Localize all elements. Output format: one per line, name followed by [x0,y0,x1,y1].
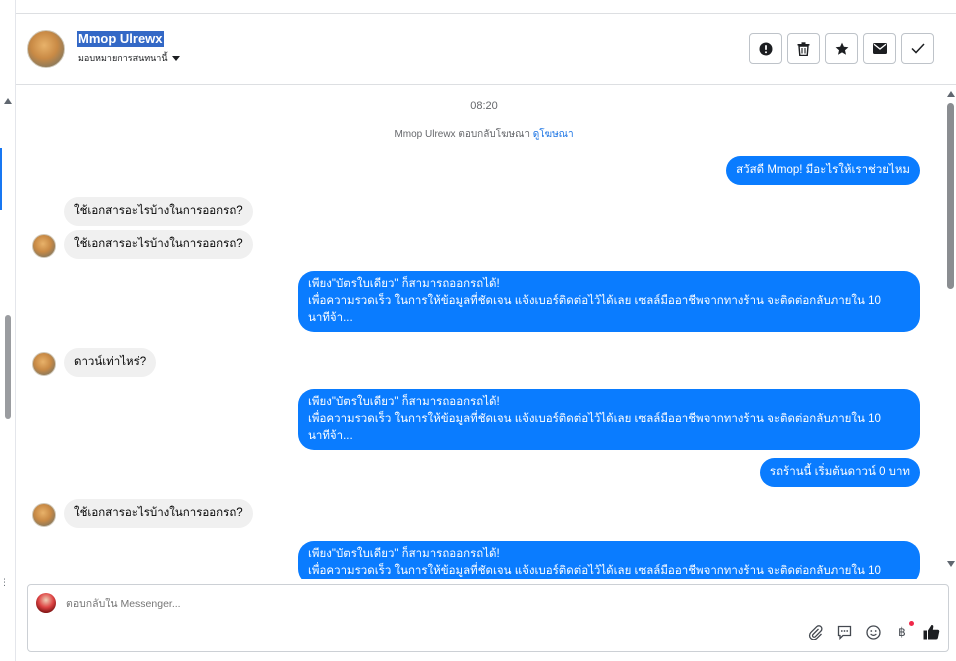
active-indicator [0,148,2,210]
outgoing-message: สวัสดี Mmop! มีอะไรให้เราช่วยไหม [726,156,920,185]
assign-conversation-dropdown[interactable]: มอบหมายการสนทนานี้ [78,51,180,65]
scroll-up-arrow-icon[interactable] [947,91,955,97]
reply-composer: ฿ [27,584,949,652]
scroll-up-arrow-icon[interactable] [4,98,12,104]
report-spam-button[interactable] [749,33,782,64]
check-icon [910,43,925,54]
page-avatar [36,593,56,613]
saved-reply-button[interactable] [835,623,853,641]
incoming-message: ใช้เอกสารอะไรบ้างในการออกรถ? [64,499,253,528]
payment-button[interactable]: ฿ [893,621,914,641]
emoji-icon [865,624,881,640]
left-scroll-thumb[interactable] [5,315,11,419]
envelope-icon [872,43,887,54]
contact-avatar[interactable] [27,30,65,68]
star-icon [835,42,848,55]
view-ad-link[interactable]: ดูโฆษณา [533,129,574,140]
contact-avatar-small [32,503,56,527]
like-button[interactable] [922,623,940,641]
emoji-button[interactable] [864,623,882,641]
outgoing-message: รถร้านนี้ เริ่มต้นดาวน์ 0 บาท [759,458,920,487]
assign-label: มอบหมายการสนทนานี้ [78,54,168,64]
outgoing-message: เพียง"บัตรใบเดียว" ก็สามารถออกรถได้! เพื… [298,271,920,332]
like-icon [923,624,939,640]
star-button[interactable] [825,33,858,64]
trash-icon [797,41,810,56]
message-thread[interactable]: 08:20 Mmop Ulrewx ตอบกลับโฆษณา ดูโฆษณา ส… [16,85,946,579]
outgoing-message: เพียง"บัตรใบเดียว" ก็สามารถออกรถได้! เพื… [298,541,920,579]
delete-button[interactable] [787,33,820,64]
incoming-message: ใช้เอกสารอะไรบ้างในการออกรถ? [64,197,253,226]
mark-done-button[interactable] [901,33,934,64]
exclamation-circle-icon [759,42,772,55]
notification-dot [909,621,914,626]
header-actions [749,33,934,64]
scroll-down-arrow-icon[interactable] [947,561,955,567]
incoming-message: ดาวน์เท่าไหร่? [64,348,157,377]
outgoing-message: เพียง"บัตรใบเดียว" ก็สามารถออกรถได้! เพื… [298,389,920,450]
chat-scrollbar[interactable] [944,85,956,579]
contact-name[interactable]: Mmop Ulrewx [77,31,164,47]
payment-icon: ฿ [898,625,906,639]
inbox-conversation-view: ⋮ Mmop Ulrewx มอบหมายการสนทนานี้ 08:20 M… [0,0,956,661]
reply-input[interactable] [66,598,766,610]
saved-reply-icon [837,625,851,640]
attachment-icon [808,624,823,640]
ad-reply-notice: Mmop Ulrewx ตอบกลับโฆษณา ดูโฆษณา [16,127,946,142]
left-panel-scrollbar[interactable]: ⋮ [0,0,16,661]
conversation-header: Mmop Ulrewx มอบหมายการสนทนานี้ [16,14,956,85]
contact-avatar-small [32,234,56,258]
contact-avatar-small [32,352,56,376]
incoming-message: ใช้เอกสารอะไรบ้างในการออกรถ? [64,230,253,259]
mark-unread-button[interactable] [863,33,896,64]
message-timestamp: 08:20 [470,100,498,112]
attachment-button[interactable] [806,623,824,641]
ad-reply-text: Mmop Ulrewx ตอบกลับโฆษณา [394,129,530,140]
composer-toolbar: ฿ [806,621,940,641]
resize-handle-icon[interactable]: ⋮ [0,578,9,588]
chat-scroll-thumb[interactable] [947,103,954,289]
caret-down-icon [171,55,180,61]
